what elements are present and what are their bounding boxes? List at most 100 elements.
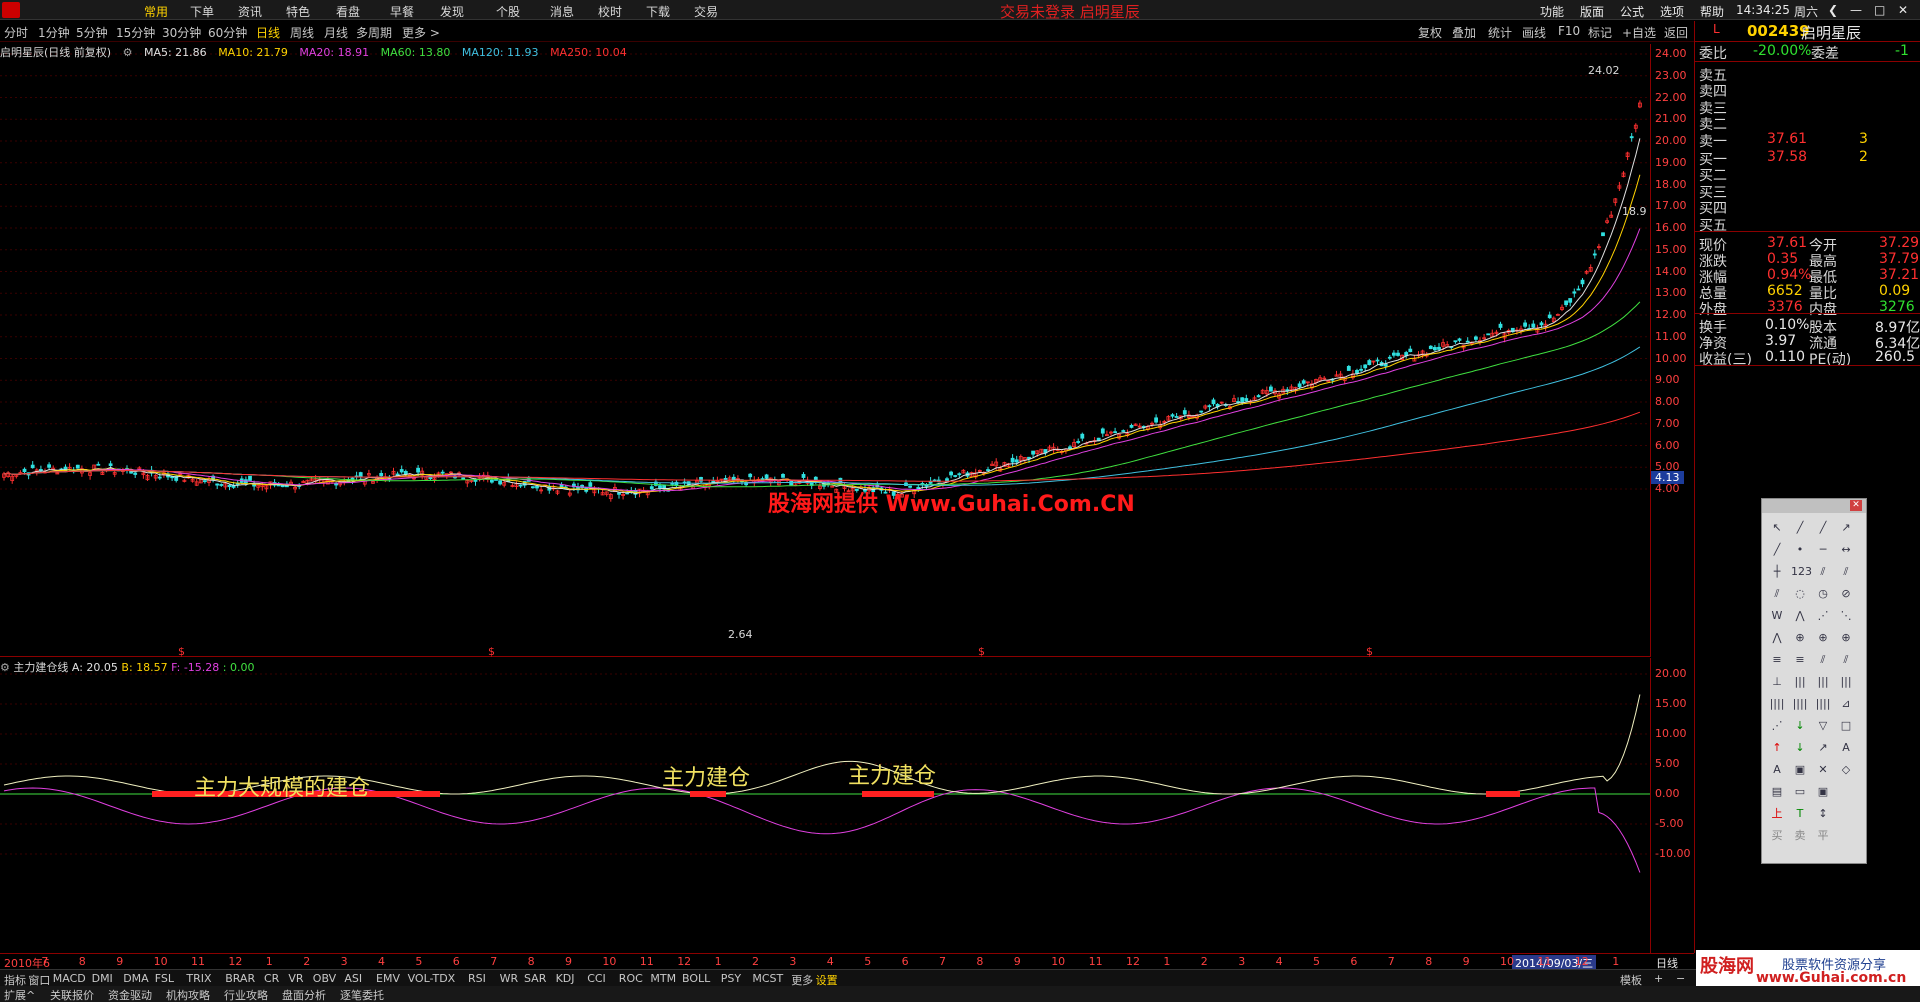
- tab-30min[interactable]: 30分钟: [162, 24, 201, 41]
- drawing-tool-icon[interactable]: T: [1791, 805, 1809, 823]
- drawing-tool-icon[interactable]: ▽: [1814, 717, 1832, 735]
- drawing-tool-icon[interactable]: ||||: [1768, 695, 1786, 713]
- drawing-tool-icon[interactable]: ⊥: [1768, 673, 1786, 691]
- menu-item-tese[interactable]: 特色: [286, 3, 310, 20]
- drawing-tool-icon[interactable]: ⋱: [1837, 607, 1855, 625]
- indicator-tab[interactable]: DMA: [123, 972, 149, 985]
- tool-biaoji[interactable]: 标记: [1588, 24, 1612, 41]
- indicator-tab[interactable]: OBV: [313, 972, 336, 985]
- drawing-tool-icon[interactable]: ✕: [1814, 761, 1832, 779]
- indicator-tab[interactable]: MCST: [752, 972, 783, 985]
- menu-item-gongneng[interactable]: 功能: [1540, 3, 1564, 20]
- tool-zixuan[interactable]: +自选: [1622, 24, 1656, 41]
- drawing-tool-icon[interactable]: ⋰: [1814, 607, 1832, 625]
- menu-item-bangzhu[interactable]: 帮助: [1700, 3, 1724, 20]
- tab-weekly[interactable]: 周线: [290, 24, 314, 41]
- drawing-tool-icon[interactable]: [1837, 783, 1855, 801]
- tab-15min[interactable]: 15分钟: [116, 24, 155, 41]
- tab-multi-period[interactable]: 多周期: [356, 24, 392, 41]
- indicator-tab[interactable]: ROC: [619, 972, 643, 985]
- drawing-tool-icon[interactable]: □: [1837, 717, 1855, 735]
- drawing-tool-icon[interactable]: ⊘: [1837, 585, 1855, 603]
- app-logo-icon[interactable]: [2, 2, 20, 18]
- drawing-tool-icon[interactable]: ⫽: [1837, 651, 1855, 669]
- drawing-tool-icon[interactable]: ↗: [1814, 739, 1832, 757]
- trade-tool-2[interactable]: 平: [1814, 827, 1832, 845]
- drawing-tool-icon[interactable]: ||||: [1814, 695, 1832, 713]
- drawing-tool-icon[interactable]: ≡: [1768, 651, 1786, 669]
- drawing-tool-icon[interactable]: ⊿: [1837, 695, 1855, 713]
- settings-icon[interactable]: ⚙: [123, 46, 133, 59]
- menu-item-gegu[interactable]: 个股: [496, 3, 520, 20]
- kline-chart[interactable]: 24.02 2.64 18.9 $ $ $ $: [0, 44, 1650, 657]
- drawing-tool-icon[interactable]: ↕: [1814, 805, 1832, 823]
- close-icon[interactable]: ✕: [1898, 3, 1908, 17]
- indicator-tab[interactable]: RSI: [468, 972, 486, 985]
- indicator-tab[interactable]: MACD: [53, 972, 86, 985]
- indicator-tab[interactable]: VR: [288, 972, 303, 985]
- drawing-tool-icon[interactable]: ╱: [1768, 541, 1786, 559]
- drawing-tool-icon[interactable]: ||||: [1791, 695, 1809, 713]
- indicator-tab[interactable]: BOLL: [682, 972, 710, 985]
- indicator-tab[interactable]: PSY: [721, 972, 741, 985]
- menu-item-gongshi[interactable]: 公式: [1620, 3, 1644, 20]
- menu-item-xiaoshi[interactable]: 校时: [598, 3, 622, 20]
- drawing-tool-icon[interactable]: |||: [1791, 673, 1809, 691]
- tool-tongji[interactable]: 统计: [1488, 24, 1512, 41]
- tab-fenshi[interactable]: 分时: [4, 24, 28, 41]
- drawing-tool-icon[interactable]: ⊕: [1791, 629, 1809, 647]
- drawing-tool-icon[interactable]: A: [1837, 739, 1855, 757]
- tool-fanhui[interactable]: 返回: [1664, 24, 1688, 41]
- drawing-toolbox[interactable]: ✕ ↖ ╱ ╱ ↗ ╱ • ─ ↔ ┼ 123 ⫽ ⫽ ⫽ ◌ ◷ ⊘ W ⋀ ⋰ ⋱ ⋀ ⊕ ⊕ ⊕ ≡ ≡ ⫽ ⫽ ⊥ ||| ||| |…: [1761, 498, 1867, 864]
- drawing-tool-icon[interactable]: ⫽: [1814, 651, 1832, 669]
- menu-item-xiadan[interactable]: 下单: [190, 3, 214, 20]
- drawing-tool-icon[interactable]: ⫽: [1837, 563, 1855, 581]
- drawing-tool-icon[interactable]: ⊕: [1814, 629, 1832, 647]
- menu-item-changyong[interactable]: 常用: [144, 3, 168, 20]
- menu-item-xiazai[interactable]: 下载: [646, 3, 670, 20]
- trade-tool-0[interactable]: 买: [1768, 827, 1786, 845]
- drawing-tool-icon[interactable]: ⋀: [1768, 629, 1786, 647]
- tab-more[interactable]: 更多 >: [402, 24, 440, 41]
- drawing-tool-icon[interactable]: 123: [1791, 563, 1812, 581]
- drawing-tool-icon[interactable]: •: [1791, 541, 1809, 559]
- indicator-tab[interactable]: FSL: [155, 972, 174, 985]
- tab-daily[interactable]: 日线: [256, 24, 280, 41]
- drawing-tool-icon[interactable]: ↓: [1791, 717, 1809, 735]
- indicator-tab[interactable]: TRIX: [186, 972, 211, 985]
- back-arrow-icon[interactable]: ❮: [1828, 3, 1838, 17]
- maximize-icon[interactable]: □: [1874, 3, 1885, 17]
- zoom-out-icon[interactable]: −: [1676, 972, 1685, 985]
- menu-item-jiaoyi[interactable]: 交易: [694, 3, 718, 20]
- tab-1min[interactable]: 1分钟: [38, 24, 70, 41]
- indicator-tab[interactable]: BRAR: [225, 972, 255, 985]
- bottom-tab[interactable]: 关联报价: [50, 987, 94, 1002]
- bottom-tab[interactable]: 资金驱动: [108, 987, 152, 1002]
- toolbox-title[interactable]: ✕: [1762, 499, 1866, 513]
- bottom-tab[interactable]: 扩展^: [4, 987, 35, 1002]
- indicator-tab[interactable]: SAR: [524, 972, 546, 985]
- bottom-tab[interactable]: 盘面分析: [282, 987, 326, 1002]
- drawing-tool-icon[interactable]: ╱: [1814, 519, 1832, 537]
- drawing-tool-icon[interactable]: |||: [1814, 673, 1832, 691]
- indicator-tab[interactable]: VOL-TDX: [408, 972, 456, 985]
- menu-item-xiaoxi[interactable]: 消息: [550, 3, 574, 20]
- indicator-tab[interactable]: CCI: [587, 972, 606, 985]
- tool-f10[interactable]: F10: [1558, 24, 1580, 38]
- bottom-tab[interactable]: 行业攻略: [224, 987, 268, 1002]
- drawing-tool-icon[interactable]: ↖: [1768, 519, 1786, 537]
- drawing-tool-icon[interactable]: ↔: [1837, 541, 1855, 559]
- drawing-tool-icon[interactable]: ◷: [1814, 585, 1832, 603]
- indicator-tab[interactable]: KDJ: [556, 972, 575, 985]
- drawing-tool-icon[interactable]: ⋀: [1791, 607, 1809, 625]
- drawing-tool-icon[interactable]: ↓: [1791, 739, 1809, 757]
- drawing-tool-icon[interactable]: W: [1768, 607, 1786, 625]
- drawing-tool-icon[interactable]: ≡: [1791, 651, 1809, 669]
- drawing-tool-icon[interactable]: ┼: [1768, 563, 1786, 581]
- drawing-tool-icon[interactable]: ⫽: [1768, 585, 1786, 603]
- tool-huaxian[interactable]: 画线: [1522, 24, 1546, 41]
- drawing-tool-icon[interactable]: ▤: [1768, 783, 1786, 801]
- menu-item-banmian[interactable]: 版面: [1580, 3, 1604, 20]
- trade-tool-1[interactable]: 卖: [1791, 827, 1809, 845]
- menu-item-faxian[interactable]: 发现: [440, 3, 464, 20]
